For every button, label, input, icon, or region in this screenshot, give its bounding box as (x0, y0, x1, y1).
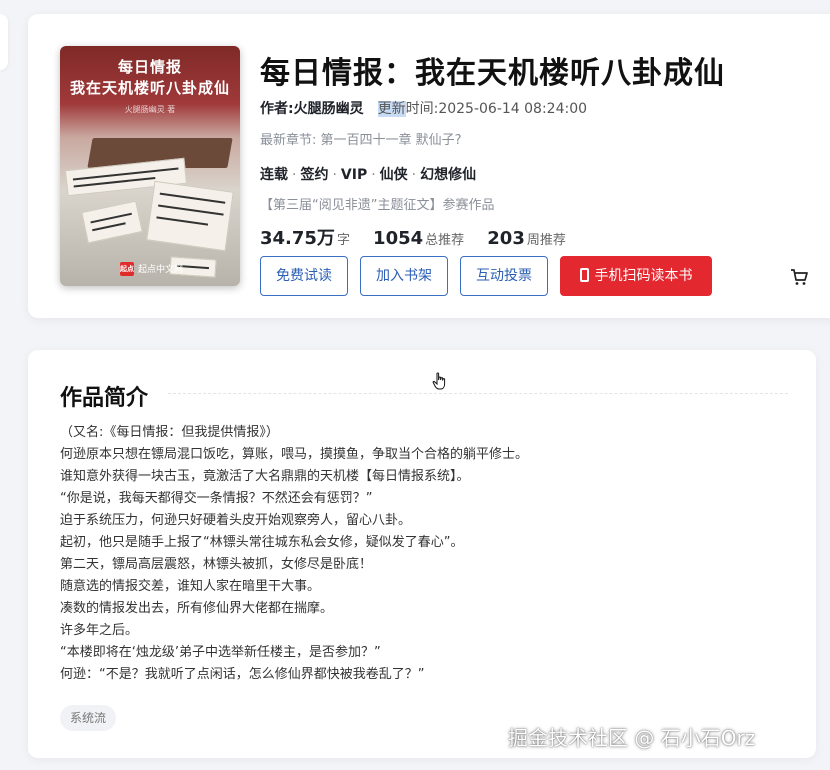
book-title: 每日情报：我在天机楼听八卦成仙 (260, 56, 725, 91)
tag-subgenre[interactable]: 幻想修仙 (420, 167, 476, 183)
scan-to-read-label: 手机扫码读本书 (594, 268, 693, 284)
word-count: 34.75万字 (260, 228, 350, 249)
cover-paper-scroll (81, 200, 143, 244)
intro-heading: 作品简介 (60, 386, 149, 411)
add-to-shelf-button[interactable]: 加入书架 (360, 256, 448, 296)
contest-link[interactable]: 【第三届“阅见非遗”主题征文】参赛作品 (260, 194, 494, 213)
intro-line: 随意选的情报交差，谁知人家在暗里干大事。 (60, 579, 321, 594)
update-time-value: 时间:2025-06-14 08:24:00 (405, 101, 588, 117)
intro-line: 起初，他只是随手上报了“林镖头常往城东私会女修，疑似发了春心”。 (60, 535, 464, 550)
intro-line: “本楼即将在‘烛龙级’弟子中选举新任楼主，是否参加？” (60, 645, 381, 660)
free-trial-button[interactable]: 免费试读 (260, 256, 348, 296)
cover-title-line2: 我在天机楼听八卦成仙 (69, 79, 230, 97)
tag-genre[interactable]: 仙侠 (380, 167, 408, 183)
intro-line: “你是说，我每天都得交一条情报？不然还会有惩罚？” (60, 491, 373, 506)
phone-icon (579, 268, 589, 282)
update-time: 更新时间:2025-06-14 08:24:00 (377, 101, 588, 117)
book-cover[interactable]: 每日情报 我在天机楼听八卦成仙 火腿肠幽灵 著 起点 起点中文网 (60, 46, 240, 286)
book-stats: 34.75万字 1054 总推荐 203 周推荐 (260, 224, 584, 250)
intro-line: 谁知意外获得一块古玉，竟激活了大名鼎鼎的天机楼【每日情报系统】。 (60, 469, 470, 484)
intro-card: 作品简介 （又名:《每日情报：但我提供情报》） 何逊原本只想在镖局混口饭吃，算账… (28, 350, 816, 758)
cover-logo: 起点 (120, 262, 134, 276)
intro-line: 第二天，镖局高层震怒，林镖头被抓，女修尽是卧底！ (60, 557, 373, 572)
watermark: 掘金技术社区 @ 石小石Orz (508, 726, 756, 750)
meta-row: 作者:火腿肠幽灵 更新时间:2025-06-14 08:24:00 (260, 98, 587, 118)
hand-cursor-icon (432, 372, 446, 390)
intro-line: 迫于系统压力，何逊只好硬着头皮开始观察旁人，留心八卦。 (60, 513, 412, 528)
author-link[interactable]: 作者:火腿肠幽灵 (260, 101, 364, 117)
book-tags: 连载 · 签约 · VIP · 仙侠 · 幻想修仙 (260, 167, 477, 183)
intro-line: 何逊原本只想在镖局混口饭吃，算账，喂马，摸摸鱼，争取当个合格的躺平修士。 (60, 447, 529, 462)
intro-line: （又名:《每日情报：但我提供情报》） (60, 425, 279, 440)
total-recommend: 1054 总推荐 (373, 228, 465, 249)
cover-paper-scroll (146, 180, 234, 252)
tag-vip: VIP (340, 167, 368, 183)
intro-line: 何逊：“不是？我就听了点闲话，怎么修仙界都快被我卷乱了？” (60, 667, 425, 682)
cover-title-line1: 每日情报 (117, 58, 182, 76)
text-selection-highlight: 更新 (377, 101, 406, 117)
book-info-card: 每日情报 我在天机楼听八卦成仙 火腿肠幽灵 著 起点 起点中文网 每日情报：我在… (28, 14, 830, 318)
cover-author: 火腿肠幽灵 著 (124, 105, 176, 114)
scan-to-read-button[interactable]: 手机扫码读本书 (560, 256, 712, 296)
tag-serial: 连载 (260, 167, 288, 183)
genre-tag-pill[interactable]: 系统流 (60, 705, 117, 731)
intro-line: 凑数的情报发出去，所有修仙界大佬都在揣摩。 (60, 601, 334, 616)
intro-line: 许多年之后。 (60, 623, 139, 638)
vote-button[interactable]: 互动投票 (460, 256, 548, 296)
cover-publisher: 起点中文网 (138, 265, 184, 275)
left-panel-edge (0, 14, 8, 70)
weekly-recommend: 203 周推荐 (487, 228, 566, 249)
cart-icon[interactable] (790, 268, 808, 286)
intro-divider (168, 393, 788, 394)
intro-body: （又名:《每日情报：但我提供情报》） 何逊原本只想在镖局混口饭吃，算账，喂马，摸… (60, 422, 528, 686)
tag-signed: 签约 (300, 167, 329, 183)
latest-chapter-link[interactable]: 最新章节: 第一百四十一章 默仙子? (260, 129, 462, 148)
